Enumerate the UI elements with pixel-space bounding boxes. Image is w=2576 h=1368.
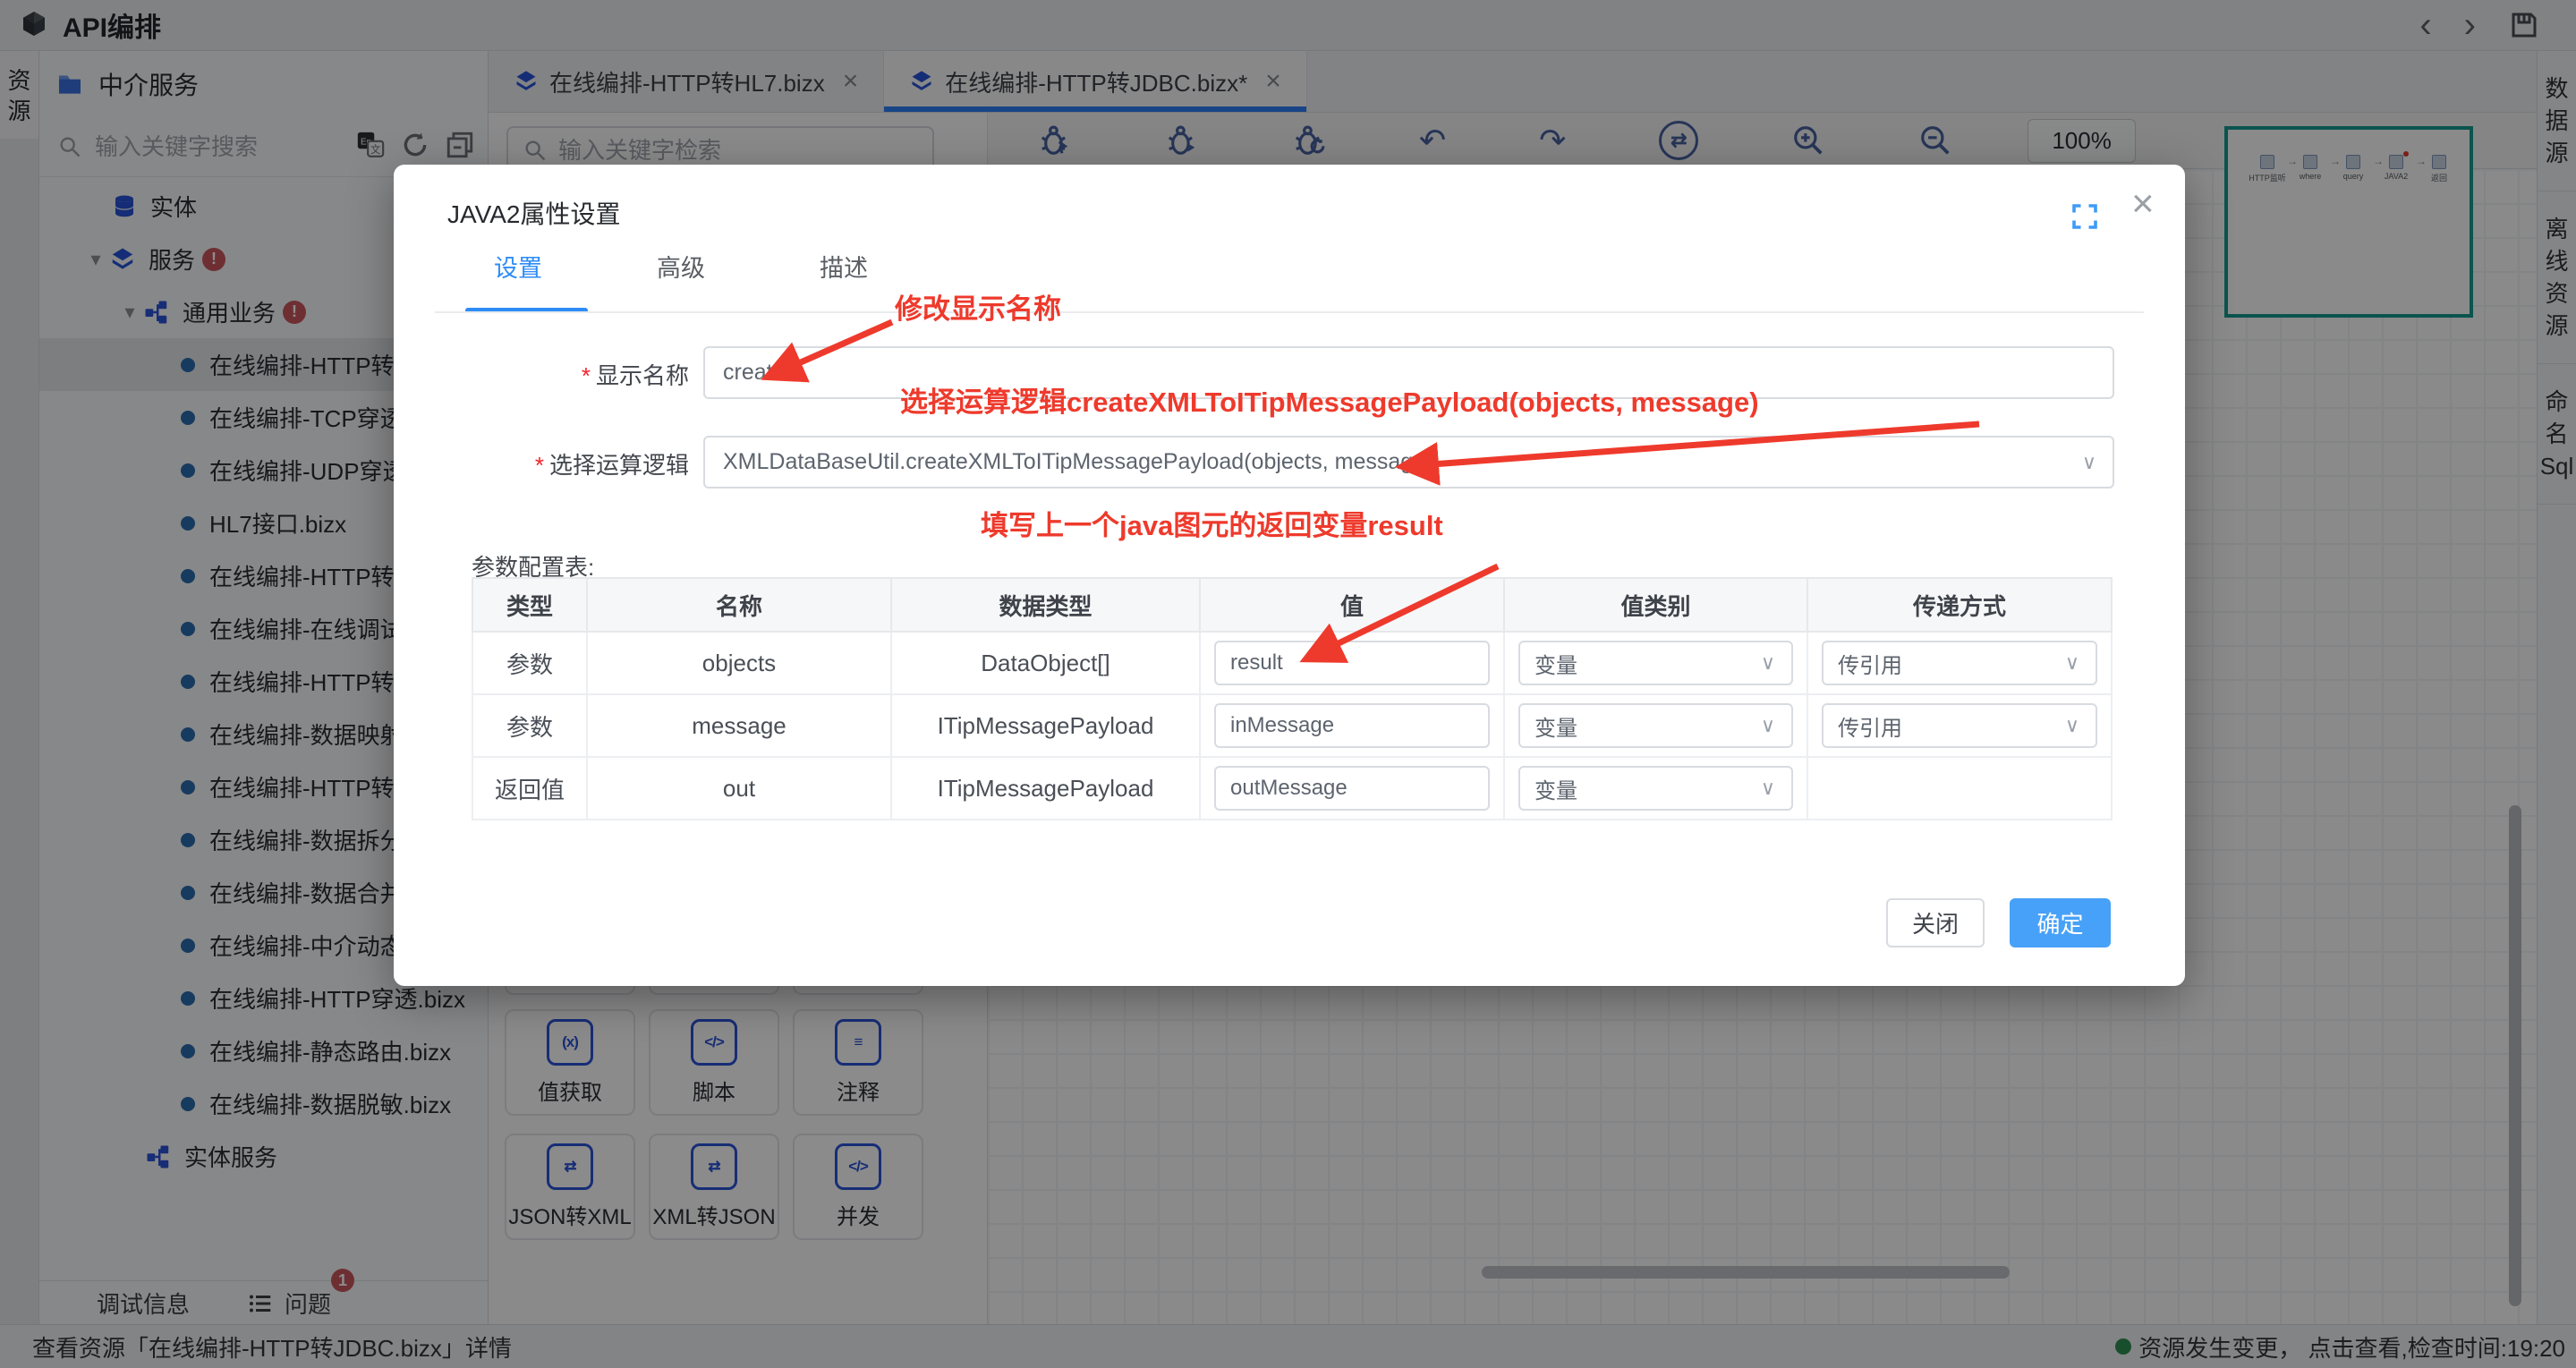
param-table-row: 参数 message ITipMessagePayload inMessage …	[472, 694, 2112, 757]
dialog-tab[interactable]: 高级	[657, 249, 705, 284]
annotation-logic: 选择运算逻辑createXMLToITipMessagePayload(obje…	[900, 379, 1759, 420]
cell-type: 参数	[472, 694, 587, 757]
chevron-down-icon: ∨	[2065, 651, 2079, 675]
chevron-down-icon: ∨	[1761, 714, 1775, 737]
dialog-tabs: 设置 高级 描述	[494, 249, 868, 284]
dialog-tab[interactable]: 设置	[494, 249, 542, 284]
cell-type: 返回值	[472, 757, 587, 820]
pass-mode-select[interactable]: 传引用∨	[1822, 703, 2097, 748]
param-table-header-cell: 传递方式	[1807, 578, 2112, 632]
app-window: API编排 ‹ › 资源 中介服务	[0, 0, 2576, 1368]
annotation-display-name: 修改显示名称	[895, 286, 1061, 327]
param-table-row: 参数 objects DataObject[] result 变量∨ 传引用∨	[472, 632, 2112, 694]
tabs-divider	[435, 311, 2144, 313]
fullscreen-icon[interactable]	[2069, 200, 2101, 233]
chevron-down-icon: ∨	[1761, 777, 1775, 800]
dialog-title: JAVA2属性设置	[447, 195, 620, 231]
param-table-row: 返回值 out ITipMessagePayload outMessage 变量…	[472, 757, 2112, 820]
java2-properties-dialog: JAVA2属性设置 × 设置 高级 描述 *显示名称 create *选择运算逻…	[394, 165, 2185, 986]
annotation-result: 填写上一个java图元的返回变量result	[981, 503, 1443, 543]
cell-type: 参数	[472, 632, 587, 694]
param-table-header-cell: 名称	[587, 578, 891, 632]
value-input[interactable]: inMessage	[1214, 703, 1490, 748]
value-category-select[interactable]: 变量∨	[1518, 703, 1793, 748]
param-table-header-cell: 值	[1200, 578, 1504, 632]
cell-data-type: ITipMessagePayload	[891, 694, 1200, 757]
chevron-down-icon: ∨	[1761, 651, 1775, 675]
param-table-header-cell: 数据类型	[891, 578, 1200, 632]
param-table: 类型名称数据类型值值类别传递方式 参数 objects DataObject[]…	[472, 577, 2113, 820]
value-input[interactable]: outMessage	[1214, 766, 1490, 811]
param-table-body: 参数 objects DataObject[] result 变量∨ 传引用∨ …	[472, 632, 2112, 820]
value-category-select[interactable]: 变量∨	[1518, 766, 1793, 811]
close-button[interactable]: 关闭	[1886, 898, 1985, 947]
close-icon[interactable]: ×	[2131, 184, 2155, 224]
cell-name: out	[587, 757, 891, 820]
pass-mode-select[interactable]: 传引用∨	[1822, 641, 2097, 685]
logic-label: *选择运算逻辑	[471, 447, 689, 480]
dialog-tab[interactable]: 描述	[820, 249, 868, 284]
chevron-down-icon: ∨	[2065, 714, 2079, 737]
cell-name: message	[587, 694, 891, 757]
required-asterisk: *	[582, 362, 591, 389]
cell-data-type: ITipMessagePayload	[891, 757, 1200, 820]
required-asterisk: *	[535, 452, 544, 479]
param-table-header-cell: 值类别	[1504, 578, 1807, 632]
ok-button[interactable]: 确定	[2010, 898, 2111, 947]
logic-select[interactable]: XMLDataBaseUtil.createXMLToITipMessagePa…	[703, 436, 2114, 489]
display-name-label: *显示名称	[471, 358, 689, 391]
cell-data-type: DataObject[]	[891, 632, 1200, 694]
param-table-header: 类型名称数据类型值值类别传递方式	[472, 578, 2112, 632]
value-input[interactable]: result	[1214, 641, 1490, 685]
chevron-down-icon: ∨	[2082, 451, 2096, 474]
value-category-select[interactable]: 变量∨	[1518, 641, 1793, 685]
param-table-header-cell: 类型	[472, 578, 587, 632]
cell-name: objects	[587, 632, 891, 694]
annotation-arrows	[394, 165, 2185, 986]
